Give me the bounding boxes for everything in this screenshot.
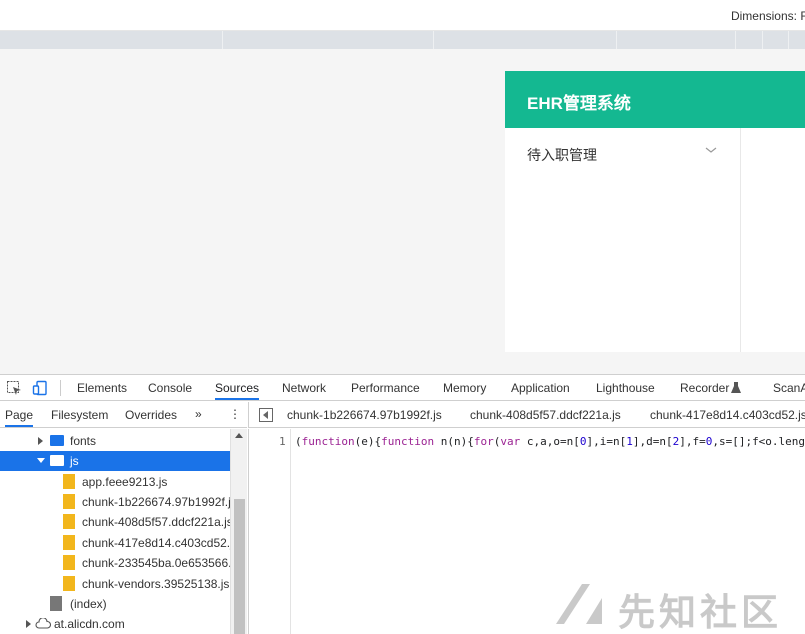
screen: Dimensions: R EHR管理系统 待入职管理 Elements Con…	[0, 0, 805, 634]
tree-label: chunk-1b226674.97b1992f.js	[82, 495, 230, 509]
js-file-icon	[63, 535, 75, 550]
js-file-icon	[63, 474, 75, 489]
tab-performance[interactable]: Performance	[351, 381, 420, 395]
js-file-icon	[63, 514, 75, 529]
app-title: EHR管理系统	[527, 94, 631, 113]
tree-label: js	[70, 454, 79, 468]
editor-tab[interactable]: chunk-417e8d14.c403cd52.js	[650, 408, 805, 422]
code-line[interactable]: (function(e){function n(n){for(var c,a,o…	[295, 435, 805, 448]
tree-file[interactable]: chunk-417e8d14.c403cd52.js	[0, 533, 230, 553]
device-toolbar: Dimensions: R	[0, 0, 805, 31]
tree-file-index[interactable]: (index)	[0, 594, 230, 614]
tree-file[interactable]: chunk-vendors.39525138.js	[0, 574, 230, 594]
inspect-element-icon[interactable]	[6, 380, 22, 396]
scroll-up-arrow-icon[interactable]	[235, 433, 243, 438]
tree-file[interactable]: chunk-408d5f57.ddcf221a.js	[0, 512, 230, 532]
tree-label: fonts	[70, 434, 97, 448]
tree-label: (index)	[70, 597, 107, 611]
dimensions-label[interactable]: Dimensions: R	[731, 9, 805, 23]
tree-folder-fonts[interactable]: fonts	[0, 431, 230, 451]
editor-tabs: chunk-1b226674.97b1992f.js chunk-408d5f5…	[248, 402, 805, 428]
tree-file[interactable]: chunk-233545ba.0e653566.js	[0, 553, 230, 573]
media-query-ruler[interactable]	[0, 31, 805, 49]
toggle-navigator-icon[interactable]	[259, 408, 273, 422]
tree-file[interactable]: chunk-1b226674.97b1992f.js	[0, 492, 230, 512]
js-file-icon	[63, 494, 75, 509]
tree-label: at.alicdn.com	[54, 617, 125, 631]
menu-item-onboarding[interactable]: 待入职管理	[527, 145, 597, 165]
tab-lighthouse[interactable]: Lighthouse	[596, 381, 655, 395]
tab-application[interactable]: Application	[511, 381, 570, 395]
tree-label: app.feee9213.js	[82, 475, 168, 489]
line-number: 1	[279, 435, 286, 448]
page-viewport: EHR管理系统 待入职管理	[0, 49, 805, 374]
folder-icon	[50, 435, 64, 446]
watermark-logo-icon	[556, 584, 602, 624]
folder-icon	[50, 455, 64, 466]
navigator-tabs: Page Filesystem Overrides » ⋮	[0, 402, 247, 428]
more-tabs-button[interactable]: »	[195, 407, 202, 421]
chevron-down-icon[interactable]	[704, 143, 718, 157]
tree-label: chunk-233545ba.0e653566.js	[82, 556, 230, 570]
expand-arrow-icon[interactable]	[26, 620, 31, 628]
device-toolbar-icon[interactable]	[32, 380, 48, 396]
tree-label: chunk-408d5f57.ddcf221a.js	[82, 515, 230, 529]
tree-scrollbar[interactable]	[230, 429, 247, 634]
document-icon	[50, 596, 62, 611]
tab-sources[interactable]: Sources	[215, 381, 260, 400]
tree-domain[interactable]: at.alicdn.com	[0, 614, 230, 634]
tab-scan[interactable]: ScanA	[773, 381, 805, 395]
file-tree: fonts js app.feee9213.js chunk-1b226674.…	[0, 429, 247, 634]
tab-filesystem[interactable]: Filesystem	[51, 408, 108, 422]
js-file-icon	[63, 576, 75, 591]
watermark-text: 先知社区	[618, 591, 782, 634]
js-file-icon	[63, 555, 75, 570]
tab-overrides[interactable]: Overrides	[125, 408, 177, 422]
editor-tab[interactable]: chunk-408d5f57.ddcf221a.js	[470, 408, 621, 422]
line-gutter: 1	[249, 429, 291, 634]
devtools-main-tabs: Elements Console Sources Network Perform…	[0, 375, 805, 401]
tree-label: chunk-vendors.39525138.js	[82, 577, 230, 591]
app-header: EHR管理系统	[505, 71, 805, 128]
tree-file[interactable]: app.feee9213.js	[0, 472, 230, 492]
tab-elements[interactable]: Elements	[77, 381, 127, 395]
scrollbar-thumb[interactable]	[234, 499, 245, 634]
editor-tab[interactable]: chunk-1b226674.97b1992f.js	[287, 408, 442, 422]
side-menu: 待入职管理	[505, 128, 741, 352]
app-container: EHR管理系统 待入职管理	[505, 71, 805, 352]
tab-memory[interactable]: Memory	[443, 381, 486, 395]
tab-page[interactable]: Page	[5, 408, 34, 427]
watermark: 先知社区	[556, 582, 796, 634]
tree-label: chunk-417e8d14.c403cd52.js	[82, 536, 230, 550]
tree-folder-js[interactable]: js	[0, 451, 230, 471]
tab-network[interactable]: Network	[282, 381, 326, 395]
kebab-menu-icon[interactable]: ⋮	[229, 407, 241, 421]
cloud-icon	[35, 618, 51, 629]
tab-console[interactable]: Console	[148, 381, 192, 395]
recorder-flask-icon	[731, 382, 741, 393]
expand-arrow-icon[interactable]	[38, 437, 43, 445]
tab-recorder[interactable]: Recorder	[680, 381, 729, 395]
collapse-arrow-icon[interactable]	[37, 458, 45, 463]
